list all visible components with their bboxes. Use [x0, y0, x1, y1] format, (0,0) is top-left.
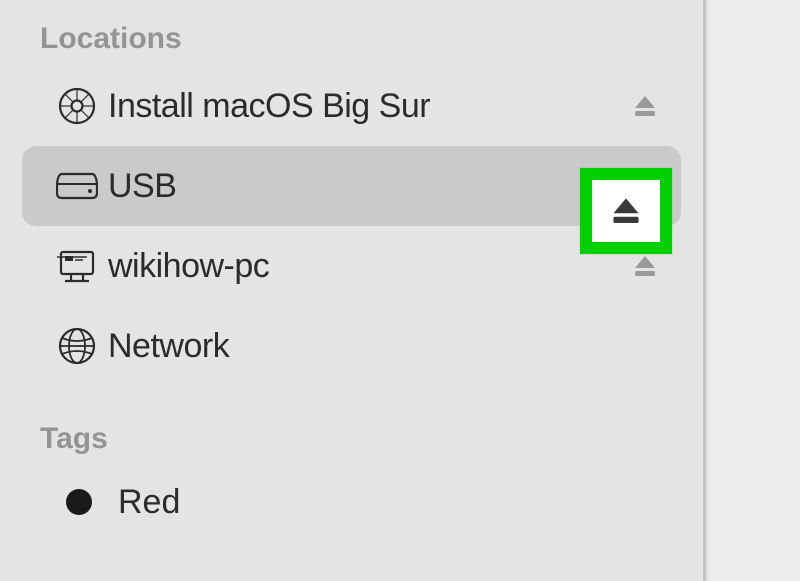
- sidebar-item-label: Network: [102, 327, 663, 366]
- network-pc-icon: [52, 246, 102, 286]
- sidebar-item-install-macos[interactable]: Install macOS Big Sur: [0, 66, 703, 146]
- content-area-edge: [709, 0, 800, 581]
- tag-color-dot: [66, 489, 92, 515]
- eject-button[interactable]: [627, 88, 663, 124]
- sidebar-item-label: USB: [102, 167, 627, 206]
- sidebar-item-label: wikihow-pc: [102, 247, 627, 286]
- finder-sidebar: Locations Install macOS Big Sur: [0, 0, 706, 581]
- eject-icon: [631, 92, 659, 120]
- sidebar-tag-red[interactable]: Red: [0, 466, 703, 538]
- eject-icon: [610, 195, 642, 227]
- globe-icon: [52, 326, 102, 366]
- eject-icon: [631, 252, 659, 280]
- tags-section-header: Tags: [0, 386, 703, 466]
- sidebar-item-wikihow-pc[interactable]: wikihow-pc: [0, 226, 703, 306]
- optical-disk-icon: [52, 86, 102, 126]
- eject-button[interactable]: [627, 248, 663, 284]
- sidebar-item-network[interactable]: Network: [0, 306, 703, 386]
- sidebar-item-label: Red: [92, 483, 180, 522]
- external-drive-icon: [52, 171, 102, 201]
- sidebar-item-label: Install macOS Big Sur: [102, 87, 627, 126]
- locations-section-header: Locations: [0, 8, 703, 66]
